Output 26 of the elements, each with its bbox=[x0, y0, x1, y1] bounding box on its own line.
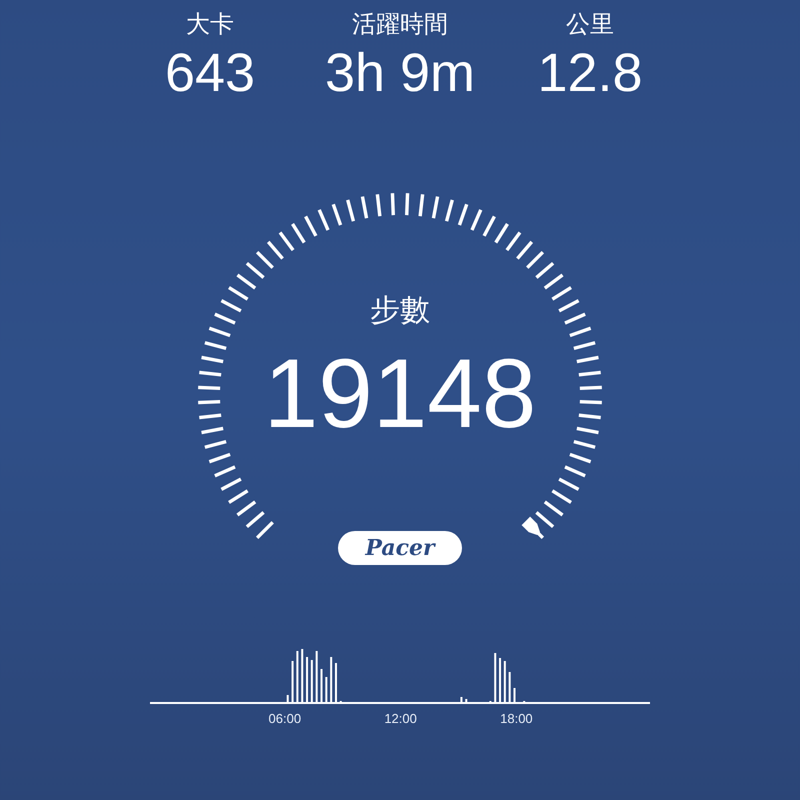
activity-bar bbox=[310, 660, 313, 703]
activity-bar bbox=[499, 658, 502, 703]
time-label: 12:00 bbox=[384, 711, 417, 726]
activity-bar bbox=[504, 661, 506, 703]
stat-value: 643 bbox=[164, 42, 256, 104]
activity-bar bbox=[296, 651, 298, 703]
logo-badge: Pacer bbox=[338, 531, 462, 565]
steps-label: 步數 bbox=[370, 293, 430, 329]
activity-bar bbox=[301, 649, 304, 703]
activity-bar bbox=[292, 661, 294, 703]
activity-bar bbox=[316, 651, 318, 703]
activity-bar bbox=[325, 677, 328, 703]
activity-bar bbox=[334, 663, 337, 703]
activity-bar bbox=[330, 657, 332, 703]
steps-count: 19148 bbox=[264, 337, 536, 450]
activity-bar bbox=[494, 653, 496, 703]
stat-label: 活躍時間 bbox=[352, 10, 448, 40]
stat-label: 公里 bbox=[566, 10, 614, 40]
stat-value: 12.8 bbox=[537, 42, 643, 104]
time-label: 18:00 bbox=[500, 711, 533, 726]
activity-bar bbox=[306, 657, 308, 703]
activity-bar bbox=[508, 672, 511, 703]
stat-label: 大卡 bbox=[186, 10, 234, 40]
time-label: 06:00 bbox=[268, 711, 302, 726]
stat-value: 3h 9m bbox=[324, 42, 476, 104]
progress-marker-icon bbox=[522, 516, 540, 535]
